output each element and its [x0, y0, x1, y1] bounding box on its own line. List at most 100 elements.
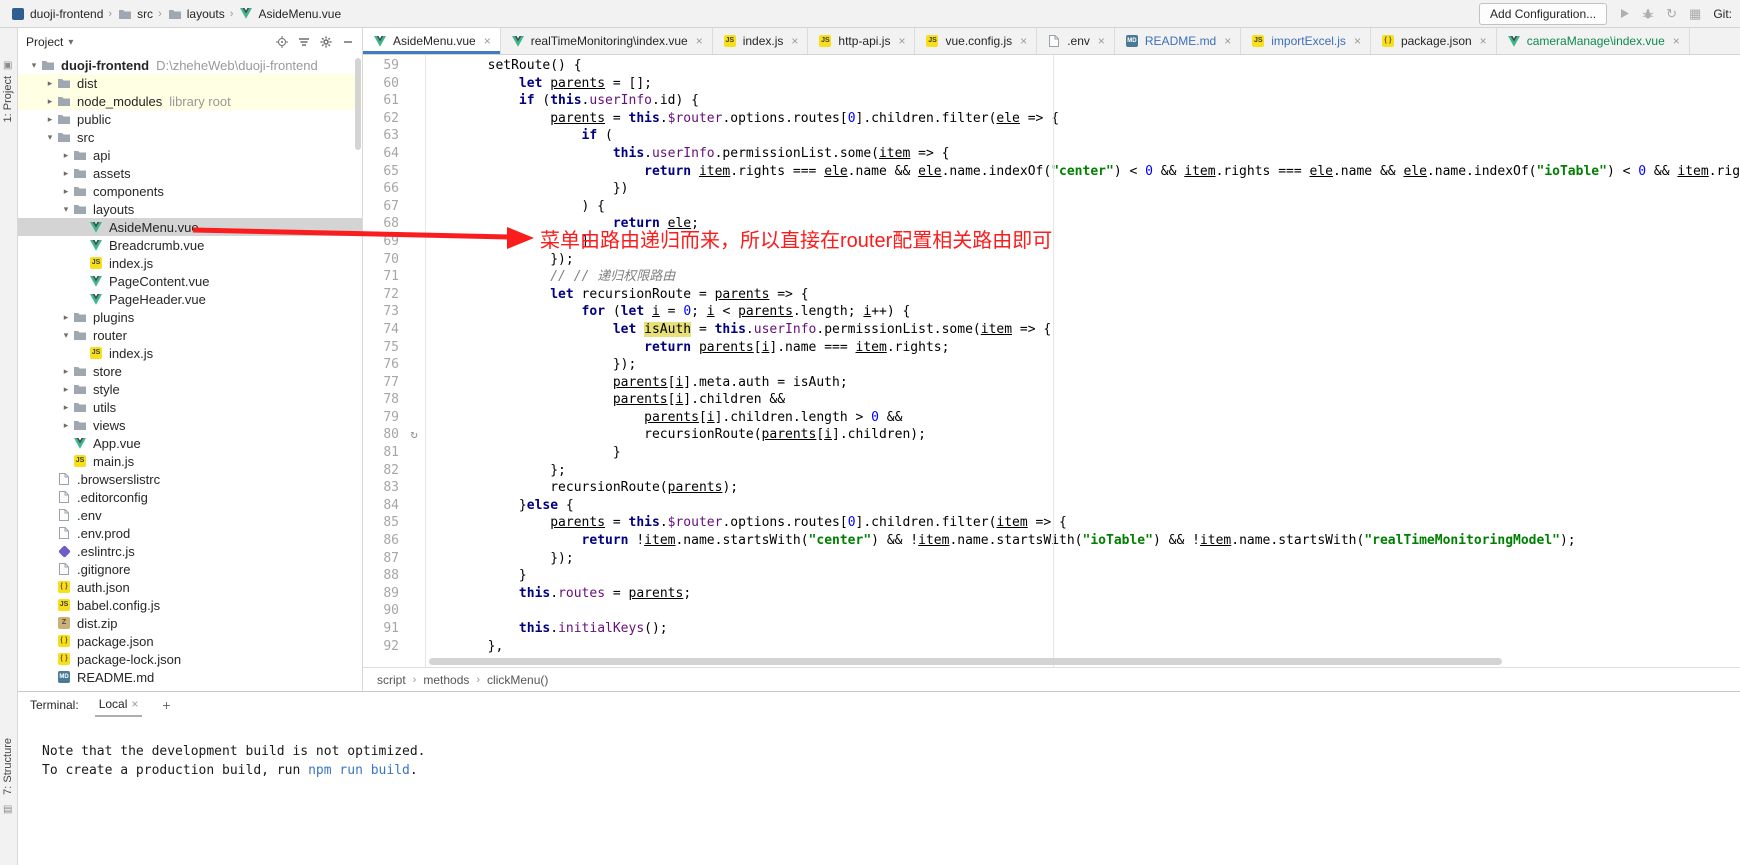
close-icon[interactable]: × [1224, 34, 1231, 48]
tool-windows-icon[interactable]: ▦ [1689, 6, 1701, 22]
chevron-right-icon[interactable]: ▸ [60, 384, 72, 395]
editor-tab[interactable]: .env× [1037, 28, 1115, 54]
line-number[interactable]: 92 [363, 638, 403, 656]
code-line[interactable]: 81 } [363, 444, 1740, 462]
line-number[interactable]: 86 [363, 532, 403, 550]
close-icon[interactable]: × [484, 34, 491, 48]
line-number[interactable]: 60 [363, 75, 403, 93]
git-label[interactable]: Git: [1713, 7, 1732, 21]
code-line[interactable]: 89 this.routes = parents; [363, 585, 1740, 603]
code-line[interactable]: 63 if ( [363, 127, 1740, 145]
line-number[interactable]: 64 [363, 145, 403, 163]
code-line[interactable]: 82 }; [363, 462, 1740, 480]
code-line[interactable]: 60 let parents = []; [363, 75, 1740, 93]
tree-item[interactable]: .gitignore [18, 560, 362, 578]
code-line[interactable]: 72 let recursionRoute = parents => { [363, 286, 1740, 304]
tree-item[interactable]: AsideMenu.vue [18, 218, 362, 236]
tree-item[interactable]: .env [18, 506, 362, 524]
editor-tab[interactable]: JSimportExcel.js× [1241, 28, 1371, 54]
tree-item[interactable]: ▸dist [18, 74, 362, 92]
line-number[interactable]: 63 [363, 127, 403, 145]
line-number[interactable]: 75 [363, 339, 403, 357]
code-line[interactable]: 86 return !item.name.startsWith("center"… [363, 532, 1740, 550]
tree-item[interactable]: ▸style [18, 380, 362, 398]
line-number[interactable]: 62 [363, 110, 403, 128]
code-line[interactable]: 70 }); [363, 251, 1740, 269]
breadcrumb-item[interactable]: script [377, 673, 406, 687]
code-line[interactable]: 68 return ele; [363, 215, 1740, 233]
code-line[interactable]: 74 let isAuth = this.userInfo.permission… [363, 321, 1740, 339]
editor-tab[interactable]: cameraManage\index.vue× [1497, 28, 1690, 54]
tree-item[interactable]: ▾src [18, 128, 362, 146]
tree-item[interactable]: JSmain.js [18, 452, 362, 470]
filter-icon[interactable] [298, 37, 310, 47]
breadcrumb-item[interactable]: duoji-frontend [8, 7, 105, 21]
editor-tab[interactable]: JSvue.config.js× [915, 28, 1037, 54]
tree-item[interactable]: ▸node_moduleslibrary root [18, 92, 362, 110]
code-line[interactable]: 88 } [363, 567, 1740, 585]
chevron-right-icon[interactable]: ▸ [60, 168, 72, 179]
line-number[interactable]: 88 [363, 567, 403, 585]
chevron-right-icon[interactable]: ▸ [44, 96, 56, 107]
tree-item[interactable]: .browserslistrc [18, 470, 362, 488]
code-line[interactable]: 77 parents[i].meta.auth = isAuth; [363, 374, 1740, 392]
tree-item[interactable]: ▸store [18, 362, 362, 380]
tree-item[interactable]: { }package-lock.json [18, 650, 362, 668]
debug-icon[interactable] [1642, 8, 1654, 20]
line-number[interactable]: 76 [363, 356, 403, 374]
line-number[interactable]: 87 [363, 550, 403, 568]
line-number[interactable]: 84 [363, 497, 403, 515]
tree-item[interactable]: Zdist.zip [18, 614, 362, 632]
chevron-down-icon[interactable]: ▾ [28, 60, 40, 71]
editor-tab[interactable]: AsideMenu.vue× [363, 28, 501, 54]
breadcrumb-item[interactable]: clickMenu() [487, 673, 548, 687]
line-number[interactable]: 74 [363, 321, 403, 339]
terminal-output[interactable]: Note that the development build is not o… [18, 718, 1740, 865]
tree-item[interactable]: ▸views [18, 416, 362, 434]
project-panel-title[interactable]: Project [26, 35, 63, 49]
chevron-down-icon[interactable]: ▾ [68, 37, 73, 48]
breadcrumb-item[interactable]: layouts [165, 7, 227, 21]
tree-item[interactable]: ▾layouts [18, 200, 362, 218]
tree-item[interactable]: ▾duoji-frontendD:\zheheWeb\duoji-fronten… [18, 56, 362, 74]
line-number[interactable]: 61 [363, 92, 403, 110]
tree-item[interactable]: Breadcrumb.vue [18, 236, 362, 254]
line-number[interactable]: 80 [363, 426, 403, 444]
chevron-right-icon[interactable]: ▸ [44, 78, 56, 89]
chevron-right-icon[interactable]: ▸ [60, 366, 72, 377]
tree-item[interactable]: ▸api [18, 146, 362, 164]
tree-item[interactable]: ▸utils [18, 398, 362, 416]
code-line[interactable]: 92 }, [363, 638, 1740, 656]
editor-tab[interactable]: MDREADME.md× [1115, 28, 1241, 54]
code-area[interactable]: 59 setRoute() {60 let parents = [];61 if… [363, 55, 1740, 667]
close-icon[interactable]: × [791, 34, 798, 48]
line-number[interactable]: 66 [363, 180, 403, 198]
editor-tab[interactable]: { }package.json× [1371, 28, 1497, 54]
line-number[interactable]: 78 [363, 391, 403, 409]
line-number[interactable]: 71 [363, 268, 403, 286]
line-number[interactable]: 67 [363, 198, 403, 216]
chevron-right-icon[interactable]: ▸ [60, 312, 72, 323]
code-line[interactable]: 80↻ recursionRoute(parents[i].children); [363, 426, 1740, 444]
breadcrumb-item[interactable]: AsideMenu.vue [236, 7, 343, 21]
code-line[interactable]: 84 }else { [363, 497, 1740, 515]
tree-item[interactable]: JSbabel.config.js [18, 596, 362, 614]
tree-item[interactable]: ▸assets [18, 164, 362, 182]
tree-item[interactable]: { }auth.json [18, 578, 362, 596]
close-icon[interactable]: × [1480, 34, 1487, 48]
chevron-right-icon[interactable]: ▸ [60, 402, 72, 413]
tree-item[interactable]: .editorconfig [18, 488, 362, 506]
tree-item[interactable]: ▸components [18, 182, 362, 200]
line-number[interactable]: 82 [363, 462, 403, 480]
tree-item[interactable]: JSindex.js [18, 344, 362, 362]
tree-item[interactable]: MDREADME.md [18, 668, 362, 686]
tree-item[interactable]: ▸plugins [18, 308, 362, 326]
line-number[interactable]: 79 [363, 409, 403, 427]
code-line[interactable]: 66 }) [363, 180, 1740, 198]
tree-item[interactable]: ▾router [18, 326, 362, 344]
chevron-down-icon[interactable]: ▾ [60, 204, 72, 215]
tree-item[interactable]: .eslintrc.js [18, 542, 362, 560]
chevron-right-icon[interactable]: ▸ [60, 150, 72, 161]
tree-item[interactable]: App.vue [18, 434, 362, 452]
new-terminal-button[interactable]: + [158, 697, 174, 713]
